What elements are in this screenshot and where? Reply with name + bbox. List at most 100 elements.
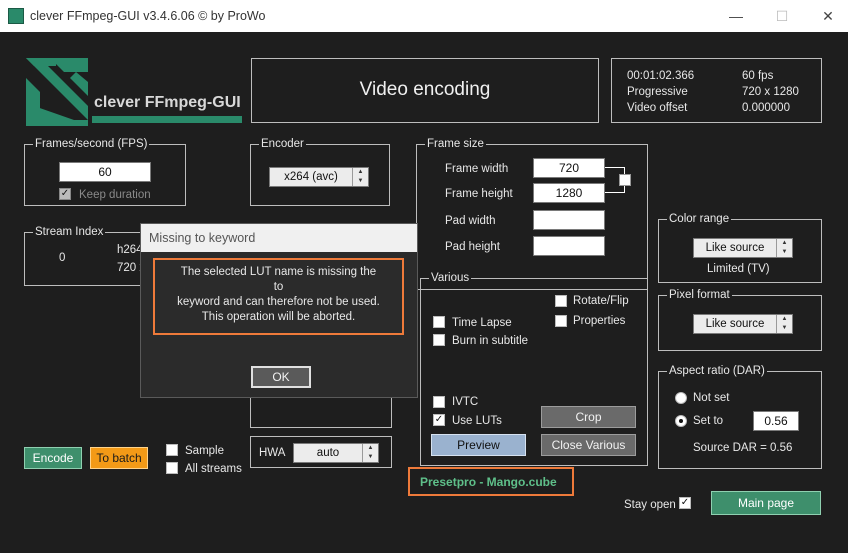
color-range-note: Limited (TV) xyxy=(707,263,770,275)
app-logo: clever FFmpeg-GUI xyxy=(26,58,242,126)
properties-checkbox[interactable] xyxy=(555,315,567,327)
keep-duration-checkbox[interactable]: ✓ xyxy=(59,188,71,200)
logo-mark-icon xyxy=(26,58,242,126)
duration-label: 00:01:02.366 xyxy=(627,70,695,82)
spin-arrows-icon[interactable]: ▲ ▼ xyxy=(352,168,368,186)
fps-input[interactable]: 60 xyxy=(59,162,151,182)
aspect-lock-checkbox[interactable] xyxy=(619,174,631,186)
preview-button[interactable]: Preview xyxy=(431,434,526,456)
encode-button[interactable]: Encode xyxy=(24,447,82,469)
color-range-group-label: Color range xyxy=(667,212,732,226)
logo-text: clever FFmpeg-GUI xyxy=(94,94,241,111)
all-streams-label: All streams xyxy=(185,463,242,475)
fps-group-label: Frames/second (FPS) xyxy=(33,137,150,151)
minimize-button[interactable]: — xyxy=(716,4,756,28)
rotate-flip-checkbox[interactable] xyxy=(555,295,567,307)
preset-highlight: Presetpro - Mango.cube xyxy=(408,467,574,496)
hwa-group: HWA auto ▲ ▼ xyxy=(250,436,392,468)
page-title: Video encoding xyxy=(359,79,491,100)
stay-open-label: Stay open xyxy=(624,499,676,511)
all-streams-checkbox[interactable] xyxy=(166,462,178,474)
media-info-box: 00:01:02.366 60 fps Progressive 720 x 12… xyxy=(611,58,822,123)
hwa-select[interactable]: auto ▲ ▼ xyxy=(293,443,379,463)
frame-height-input[interactable]: 1280 xyxy=(533,183,605,203)
stream-codec-value: h264 xyxy=(117,244,143,256)
window-title: clever FFmpeg-GUI v3.4.6.06 © by ProWo xyxy=(30,9,266,23)
not-set-radio[interactable] xyxy=(675,392,687,404)
set-to-label: Set to xyxy=(693,415,724,427)
color-range-value: Like source xyxy=(705,242,765,254)
not-set-label: Not set xyxy=(693,392,730,404)
stay-open-checkbox[interactable]: ✓ xyxy=(679,497,691,509)
scan-type-label: Progressive xyxy=(627,86,688,98)
fps-value: 60 fps xyxy=(742,70,774,82)
app-icon xyxy=(8,8,24,24)
spin-arrows-icon[interactable]: ▲ ▼ xyxy=(362,444,378,462)
use-luts-label: Use LUTs xyxy=(452,415,502,427)
pad-height-input[interactable] xyxy=(533,236,605,256)
time-lapse-label: Time Lapse xyxy=(452,317,512,329)
encoder-select[interactable]: x264 (avc) ▲ ▼ xyxy=(269,167,369,187)
pixel-format-group-label: Pixel format xyxy=(667,288,732,302)
frame-size-group-label: Frame size xyxy=(425,137,486,151)
missing-keyword-dialog: Missing to keyword The selected LUT name… xyxy=(140,223,418,398)
preset-name: Presetpro - Mango.cube xyxy=(420,475,557,489)
pixel-format-select[interactable]: Like source ▲ ▼ xyxy=(693,314,793,334)
main-window: clever FFmpeg-GUI Video encoding 00:01:0… xyxy=(0,32,848,553)
ivtc-label: IVTC xyxy=(452,396,479,408)
burn-subtitle-checkbox[interactable] xyxy=(433,334,445,346)
frame-height-label: Frame height xyxy=(445,188,513,200)
frame-width-label: Frame width xyxy=(445,163,509,175)
properties-label: Properties xyxy=(573,315,626,327)
ivtc-checkbox[interactable] xyxy=(433,396,445,408)
header-box: Video encoding xyxy=(251,58,599,123)
use-luts-checkbox[interactable]: ✓ xyxy=(433,414,445,426)
pixel-format-value: Like source xyxy=(705,318,765,330)
dialog-title: Missing to keyword xyxy=(141,224,417,252)
spin-arrows-icon[interactable]: ▲ ▼ xyxy=(776,239,792,257)
time-lapse-checkbox[interactable] xyxy=(433,316,445,328)
main-page-button[interactable]: Main page xyxy=(711,491,821,515)
stream-index-group-label: Stream Index xyxy=(33,225,106,239)
color-range-select[interactable]: Like source ▲ ▼ xyxy=(693,238,793,258)
maximize-button[interactable]: ☐ xyxy=(762,4,802,28)
pad-width-input[interactable] xyxy=(533,210,605,230)
encoder-group-label: Encoder xyxy=(259,137,306,151)
pad-height-label: Pad height xyxy=(445,241,500,253)
encoder-group: Encoder x264 (avc) ▲ ▼ xyxy=(250,137,390,206)
aspect-ratio-group: Aspect ratio (DAR) Not set Set to 0.56 S… xyxy=(658,364,822,469)
empty-group-box xyxy=(250,398,392,428)
to-batch-button[interactable]: To batch xyxy=(90,447,148,469)
keep-duration-label: Keep duration xyxy=(79,189,151,201)
dialog-message-line: This operation will be aborted. xyxy=(201,311,356,323)
spin-arrows-icon[interactable]: ▲ ▼ xyxy=(776,315,792,333)
encoder-value: x264 (avc) xyxy=(284,171,338,183)
ok-button[interactable]: OK xyxy=(251,366,311,388)
title-bar: clever FFmpeg-GUI v3.4.6.06 © by ProWo —… xyxy=(0,0,848,32)
pixel-format-group: Pixel format Like source ▲ ▼ xyxy=(658,288,822,351)
set-to-radio[interactable] xyxy=(675,415,687,427)
various-group: Various Rotate/Flip Properties Time Laps… xyxy=(420,271,648,466)
stream-index-value: 0 xyxy=(59,252,66,264)
dialog-message: The selected LUT name is missing the to … xyxy=(153,258,404,335)
sample-checkbox[interactable] xyxy=(166,444,178,456)
close-button[interactable]: ✕ xyxy=(808,4,848,28)
video-offset-label: Video offset xyxy=(627,102,688,114)
various-group-label: Various xyxy=(429,271,472,285)
frame-size-group: Frame size Frame width 720 Frame height … xyxy=(416,137,648,290)
crop-button[interactable]: Crop xyxy=(541,406,636,428)
fps-group: Frames/second (FPS) 60 ✓ Keep duration xyxy=(24,137,186,206)
color-range-group: Color range Like source ▲ ▼ Limited (TV) xyxy=(658,212,822,283)
aspect-ratio-group-label: Aspect ratio (DAR) xyxy=(667,364,767,378)
aspect-ratio-input[interactable]: 0.56 xyxy=(753,411,799,431)
close-various-button[interactable]: Close Various xyxy=(541,434,636,456)
hwa-label: HWA xyxy=(259,447,286,459)
source-dar-label: Source DAR = 0.56 xyxy=(693,442,793,454)
rotate-flip-label: Rotate/Flip xyxy=(573,295,629,307)
resolution-value: 720 x 1280 xyxy=(742,86,799,98)
burn-subtitle-label: Burn in subtitle xyxy=(452,335,529,347)
dialog-message-line: to xyxy=(273,281,284,293)
frame-width-input[interactable]: 720 xyxy=(533,158,605,178)
dialog-message-line: The selected LUT name is missing the xyxy=(180,266,377,278)
hwa-value: auto xyxy=(316,447,340,459)
